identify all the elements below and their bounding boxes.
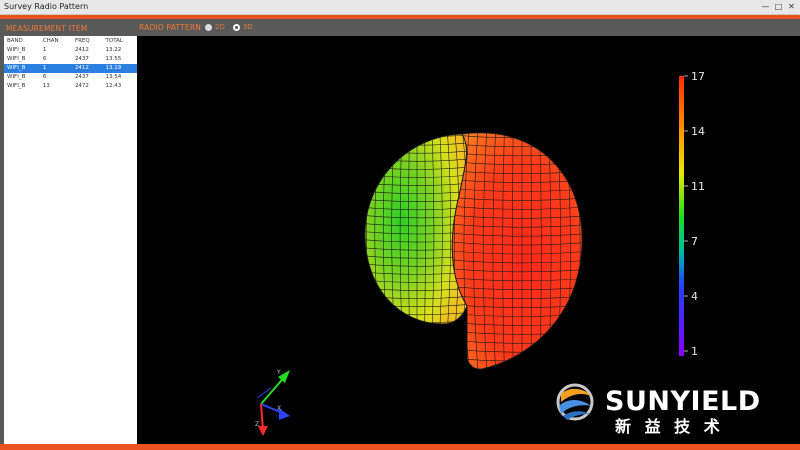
measurement-list-panel: BAND CHAN FREQ TOTAL WIFI_B 1 2412 13.22 WIF… bbox=[4, 36, 137, 444]
col-band-header[interactable]: BAND bbox=[4, 36, 40, 46]
table-row[interactable]: WIFI_B 1 2412 13.22 bbox=[4, 46, 137, 55]
logo-swirl-icon bbox=[556, 383, 594, 421]
band-cell: WIFI_B bbox=[7, 74, 26, 80]
chan-cell: 1 bbox=[39, 64, 72, 73]
bottom-accent-bar bbox=[0, 444, 800, 450]
logo-wordmark: SUNYIELD bbox=[605, 386, 761, 417]
color-scale-label: 4 bbox=[691, 290, 698, 303]
window-title: Survey Radio Pattern bbox=[4, 2, 89, 11]
sunyield-logo: SUNYIELD 新 益 技 术 bbox=[556, 383, 761, 436]
color-scale-label: 1 bbox=[691, 345, 698, 358]
radio-pattern-heading: RADIO PATTERN bbox=[139, 23, 202, 32]
table-body: WIFI_B 1 2412 13.22 WIFI_B 6 2437 13.55 WIFI_B 1 2… bbox=[4, 46, 137, 91]
table-header-row: BAND CHAN FREQ TOTAL bbox=[4, 36, 137, 46]
table-row[interactable]: WIFI_B 1 2412 13.19 bbox=[4, 64, 137, 73]
col-chan-header[interactable]: CHAN bbox=[40, 36, 72, 46]
total-cell: 13.19 bbox=[102, 64, 137, 73]
mode-2d-radio[interactable]: 2D bbox=[205, 23, 225, 31]
total-cell: 12.43 bbox=[105, 83, 122, 89]
total-cell: 13.22 bbox=[105, 47, 122, 53]
axis-label-y: Y bbox=[276, 369, 281, 376]
mode-3d-label: 3D bbox=[242, 23, 253, 31]
axes-gizmo: Y X Z bbox=[255, 369, 290, 436]
band-cell: WIFI_B bbox=[7, 47, 26, 53]
axis-label-z: Z bbox=[255, 421, 259, 428]
minimize-button[interactable]: — bbox=[761, 2, 770, 11]
chan-cell: 6 bbox=[42, 56, 47, 62]
color-scale-label: 7 bbox=[691, 235, 698, 248]
measurement-table: BAND CHAN FREQ TOTAL WIFI_B 1 2412 13.22 WIF… bbox=[4, 36, 137, 91]
table-row[interactable]: WIFI_B 6 2437 13.55 bbox=[4, 55, 137, 64]
close-button[interactable]: ✕ bbox=[787, 2, 796, 11]
pattern-3d-viewport[interactable]: 17 14 11 7 4 1 Y X Z SUNYIELD 新 益 技 术 bbox=[137, 36, 800, 444]
radio-dot-2d bbox=[205, 23, 212, 31]
band-cell: WIFI_B bbox=[7, 83, 26, 89]
freq-cell: 2472 bbox=[74, 83, 89, 89]
mode-2d-label: 2D bbox=[215, 23, 225, 31]
band-cell: WIFI_B bbox=[4, 64, 40, 73]
table-row[interactable]: WIFI_B 6 2437 13.54 bbox=[4, 73, 137, 82]
chan-cell: 6 bbox=[42, 74, 47, 80]
maximize-button[interactable]: □ bbox=[774, 2, 783, 11]
color-scale-label: 14 bbox=[691, 125, 705, 138]
col-freq-header[interactable]: FREQ bbox=[72, 36, 103, 46]
axis-label-x: X bbox=[277, 405, 281, 412]
col-total-header[interactable]: TOTAL bbox=[103, 36, 138, 46]
pattern-canvas[interactable]: 17 14 11 7 4 1 Y X Z SUNYIELD 新 益 技 术 bbox=[137, 36, 800, 444]
section-header-strip: MEASUREMENT ITEM RADIO PATTERN 2D 3D bbox=[0, 19, 800, 36]
freq-cell: 2412 bbox=[74, 47, 89, 53]
logo-chinese: 新 益 技 术 bbox=[615, 417, 724, 436]
pattern-mode-group: 2D 3D bbox=[205, 23, 253, 31]
freq-cell: 2437 bbox=[74, 74, 89, 80]
color-scale-label: 11 bbox=[691, 180, 705, 193]
freq-cell: 2412 bbox=[71, 64, 103, 73]
total-cell: 13.55 bbox=[105, 56, 122, 62]
window-controls: — □ ✕ bbox=[761, 2, 796, 11]
color-scale: 17 14 11 7 4 1 bbox=[679, 70, 705, 358]
color-scale-bar bbox=[679, 76, 684, 356]
chan-cell: 1 bbox=[42, 47, 47, 53]
freq-cell: 2437 bbox=[74, 56, 89, 62]
total-cell: 13.54 bbox=[105, 74, 122, 80]
table-row[interactable]: WIFI_B 13 2472 12.43 bbox=[4, 82, 137, 91]
color-scale-label: 17 bbox=[691, 70, 705, 83]
color-scale-ticks: 17 14 11 7 4 1 bbox=[684, 70, 705, 358]
band-cell: WIFI_B bbox=[7, 56, 26, 62]
mode-3d-radio[interactable]: 3D bbox=[232, 23, 253, 31]
right-lobe bbox=[451, 132, 583, 370]
title-bar: Survey Radio Pattern — □ ✕ bbox=[0, 0, 800, 15]
measurement-item-heading: MEASUREMENT ITEM bbox=[6, 24, 88, 33]
chan-cell: 13 bbox=[42, 83, 50, 89]
app-window: Survey Radio Pattern — □ ✕ MEASUREMENT I… bbox=[0, 0, 800, 450]
radio-dot-3d bbox=[232, 23, 240, 31]
